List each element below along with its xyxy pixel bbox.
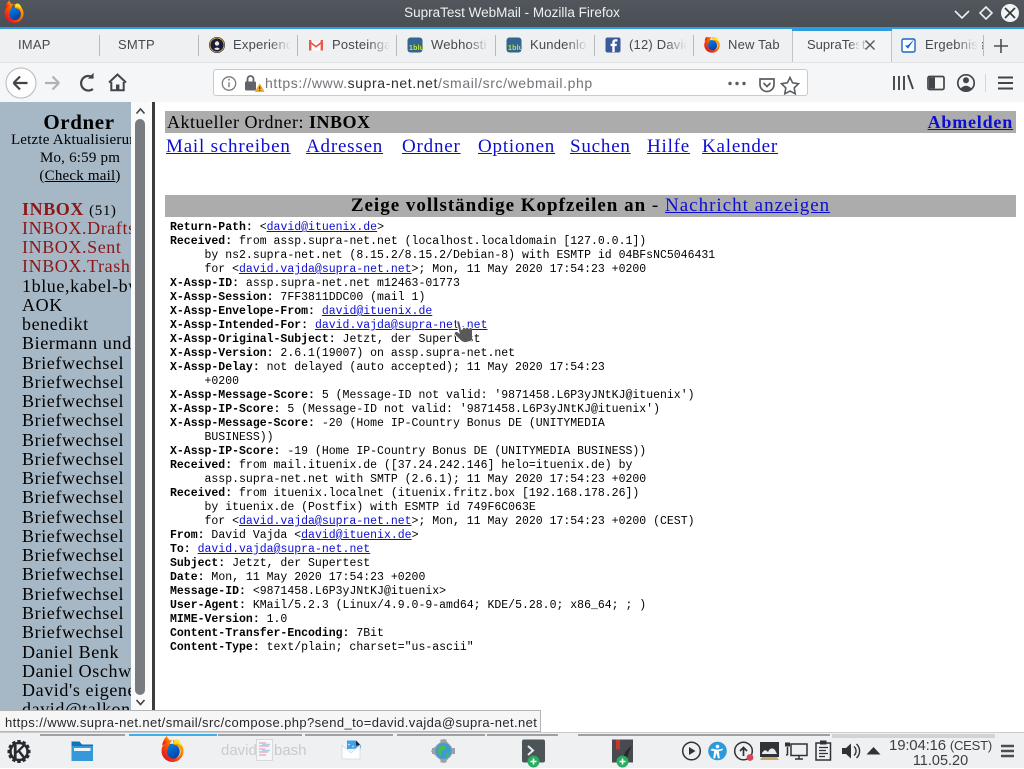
svg-text:1blu: 1blu: [508, 45, 522, 52]
svg-text:1blu: 1blu: [409, 45, 423, 52]
svg-text:K: K: [13, 742, 27, 764]
